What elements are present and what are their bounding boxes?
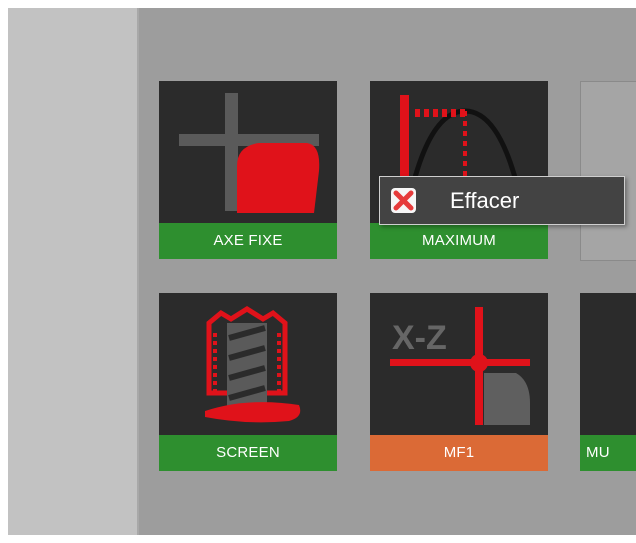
tile-label: AXE FIXE (159, 223, 337, 259)
tile-screen[interactable]: SCREEN (159, 293, 337, 471)
context-menu-effacer[interactable]: Effacer (379, 176, 625, 225)
tile-label: MF1 (370, 435, 548, 471)
tile-label: MAXIMUM (370, 223, 548, 259)
empty-slot[interactable] (580, 81, 636, 261)
app-window: AXE FIXE MAXIMUM SCREEN X-Z MF1 MU Effac… (8, 8, 636, 535)
context-menu-item-label: Effacer (450, 188, 520, 213)
fixed-axis-icon (179, 93, 320, 213)
tile-mu[interactable]: MU (580, 293, 636, 471)
tile-mf1[interactable]: X-Z MF1 (370, 293, 548, 471)
delete-x-icon (391, 188, 416, 213)
xz-crosshair-icon: X-Z (390, 307, 530, 425)
tile-label: MU (580, 435, 636, 471)
tile-axe-fixe[interactable]: AXE FIXE (159, 81, 337, 259)
tile-grid: AXE FIXE MAXIMUM SCREEN X-Z MF1 MU Effac… (139, 8, 636, 535)
screen-drill-icon (205, 306, 301, 423)
tile-label: SCREEN (159, 435, 337, 471)
tile-maximum[interactable]: MAXIMUM (370, 81, 548, 259)
svg-text:X-Z: X-Z (392, 319, 447, 357)
left-panel (8, 8, 139, 535)
